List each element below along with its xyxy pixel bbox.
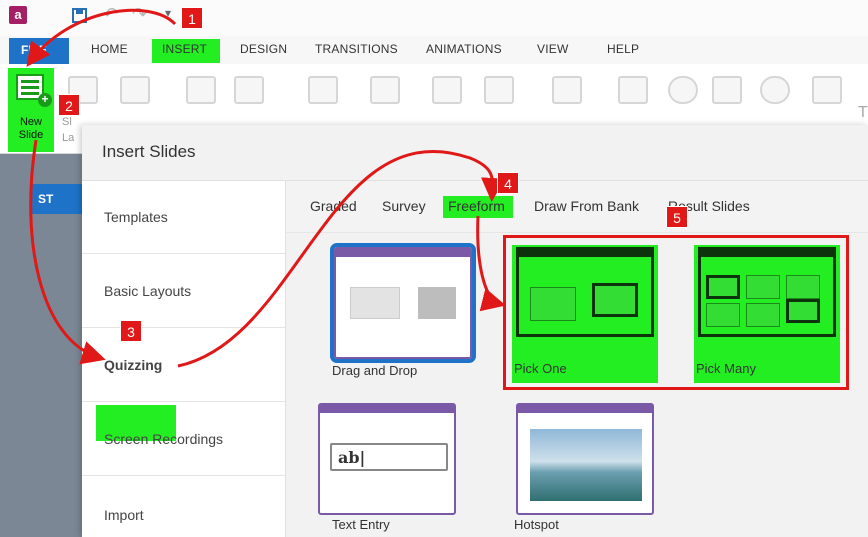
tab-help[interactable]: HELP: [607, 42, 639, 56]
tab-design[interactable]: DESIGN: [240, 42, 287, 56]
image-icon: [350, 287, 400, 319]
tab-home[interactable]: HOME: [91, 42, 128, 56]
card-header-bar: [320, 405, 454, 413]
dialog-title: Insert Slides: [102, 142, 196, 161]
interaction-icon: [120, 76, 150, 104]
tab-draw-from-bank[interactable]: Draw From Bank: [534, 198, 639, 214]
category-templates[interactable]: Templates: [104, 209, 168, 225]
tab-graded[interactable]: Graded: [310, 198, 357, 214]
video-icon: [618, 76, 648, 104]
redo-icon[interactable]: ↷: [132, 4, 147, 25]
tab-file[interactable]: FILE: [9, 38, 69, 64]
dialog-header: Insert Slides: [82, 125, 868, 181]
card-header-bar: [336, 249, 470, 257]
shapes-icon: [432, 76, 462, 104]
new-slide-label-line2: Slide: [18, 129, 44, 141]
tab-animations[interactable]: ANIMATIONS: [426, 42, 502, 56]
left-panel-tab[interactable]: ST: [30, 184, 82, 214]
annotation-selection-box: [503, 235, 849, 390]
caption-icon: [484, 76, 514, 104]
divider: [82, 401, 286, 402]
character-icon: [552, 76, 582, 104]
quiz-type-tabs: Graded Survey Freeform Draw From Bank Re…: [286, 181, 868, 233]
divider: [82, 327, 286, 328]
category-import[interactable]: Import: [104, 507, 144, 523]
divider: [82, 475, 286, 476]
callout-badge-4: 4: [497, 172, 519, 194]
category-screen-recordings[interactable]: Screen Recordings: [104, 431, 223, 447]
tab-survey[interactable]: Survey: [382, 198, 426, 214]
divider: [82, 253, 286, 254]
slide-label-fragment: Sl: [62, 116, 72, 128]
new-slide-label-line1: New: [19, 116, 42, 128]
callout-badge-3: 3: [120, 320, 142, 342]
audio-icon: [712, 76, 742, 104]
category-sidebar: Templates Basic Layouts Quizzing Screen …: [82, 181, 286, 537]
app-logo: a: [9, 6, 27, 24]
tab-transitions[interactable]: TRANSITIONS: [315, 42, 398, 56]
template-drag-and-drop[interactable]: [330, 243, 476, 363]
category-quizzing[interactable]: Quizzing: [104, 357, 162, 373]
flash-icon: [668, 76, 698, 104]
template-text-entry[interactable]: ab|: [318, 403, 456, 515]
tab-freeform[interactable]: Freeform: [448, 198, 505, 214]
callout-badge-5: 5: [666, 206, 688, 228]
save-icon[interactable]: [72, 8, 87, 23]
template-hotspot[interactable]: [516, 403, 654, 515]
quick-access-dropdown-icon[interactable]: ▾: [165, 6, 171, 20]
record-icon: [234, 76, 264, 104]
new-slide-button[interactable]: + New Slide: [8, 68, 54, 152]
web-icon: [760, 76, 790, 104]
card-header-bar: [518, 405, 652, 413]
ribbon-right-fragment: T: [858, 104, 868, 121]
text-field-icon: ab|: [330, 443, 448, 471]
screenshot-icon: [370, 76, 400, 104]
picture-icon: [308, 76, 338, 104]
ribbon-tab-bar: FILE HOME INSERT DESIGN TRANSITIONS ANIM…: [0, 36, 868, 64]
text-icon: [812, 76, 842, 104]
plus-icon: +: [38, 93, 52, 107]
callout-badge-1: 1: [181, 7, 203, 29]
title-bar: a ↶ ↷ ▾: [0, 0, 868, 36]
category-basic-layouts[interactable]: Basic Layouts: [104, 283, 191, 299]
tab-insert[interactable]: INSERT: [162, 42, 207, 56]
app-left-panel: ST: [0, 154, 82, 537]
template-label: Drag and Drop: [332, 363, 418, 378]
tab-view[interactable]: VIEW: [537, 42, 568, 56]
zoom-icon: [186, 76, 216, 104]
undo-icon[interactable]: ↶: [103, 4, 118, 25]
new-slide-label: New Slide: [8, 116, 54, 142]
template-label: Hotspot: [514, 517, 559, 532]
drop-target: [418, 287, 456, 319]
layout-label-fragment: La: [62, 132, 75, 144]
callout-badge-2: 2: [58, 94, 80, 116]
template-label: Text Entry: [332, 517, 390, 532]
hotspot-image-icon: [530, 429, 642, 501]
